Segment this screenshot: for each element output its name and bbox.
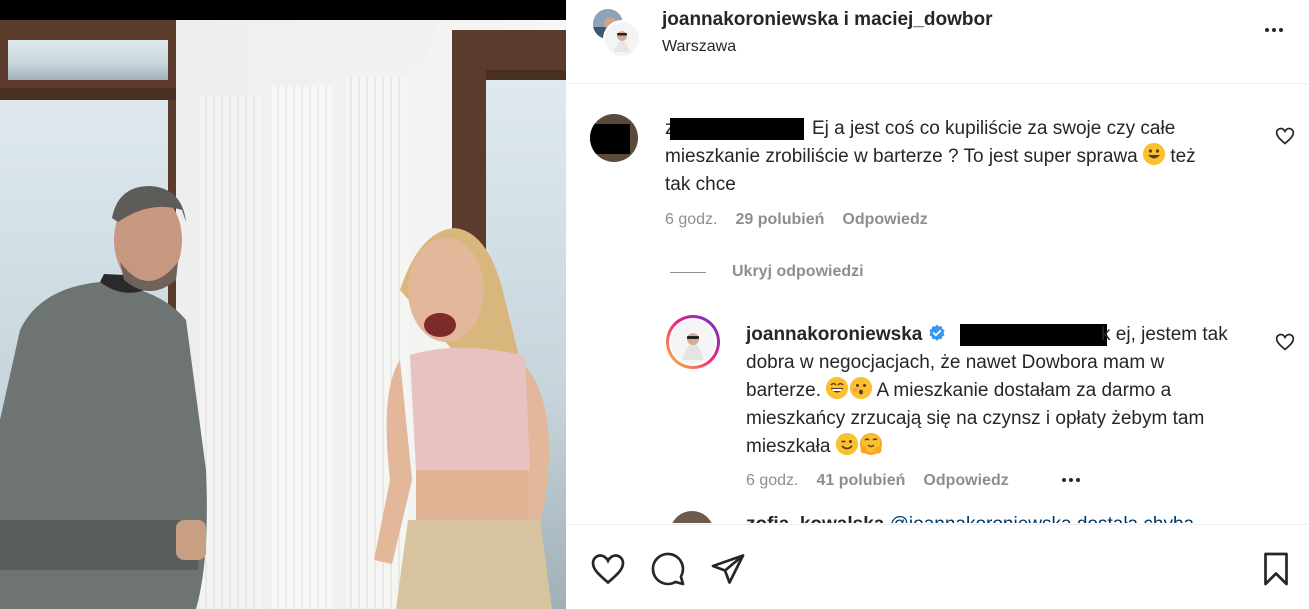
reply-username[interactable]: joannakoroniewska (746, 324, 922, 345)
emoji-face (835, 433, 858, 455)
hide-replies-line (670, 271, 706, 273)
avatar-image (590, 114, 638, 162)
reply-line-5-text: mieszkała (746, 436, 831, 457)
kissing-face-emoji (850, 377, 873, 399)
post-side-panel: joannakoroniewska i maciej_dowbor Warsza… (566, 0, 1309, 609)
hide-replies-label: Ukryj odpowiedzi (732, 263, 864, 280)
verified-badge-icon (929, 324, 945, 341)
comment-icon[interactable] (650, 551, 686, 587)
post-header: joannakoroniewska i maciej_dowbor Warsza… (566, 0, 1309, 84)
comment-text-line-2-main: mieszkanie zrobiliście w barterze ? To j… (665, 146, 1138, 167)
redacted-username (670, 118, 804, 140)
reply-meta: 6 godz. 41 polubień Odpowiedz (746, 472, 1009, 490)
comment-time: 6 godz. (665, 211, 718, 228)
emoji-face (826, 377, 849, 399)
hide-replies-toggle[interactable]: Ukryj odpowiedzi (670, 263, 864, 281)
comment-likes[interactable]: 29 polubień (735, 211, 824, 229)
reply-line-1-tail: k ej, jestem tak (1101, 324, 1228, 345)
hugging-face-emoji (859, 433, 882, 455)
heart-icon[interactable] (590, 551, 626, 587)
author-avatar-primary[interactable] (603, 20, 641, 58)
post-actions-bar (566, 524, 1309, 609)
reply-line-5: mieszkała (746, 433, 882, 461)
post-location[interactable]: Warszawa (662, 38, 736, 56)
comment-meta: 6 godz. 29 polubień Odpowiedz (665, 211, 928, 229)
comment-text-line-3: tak chce (665, 174, 736, 195)
bookmark-icon[interactable] (1258, 551, 1294, 587)
comments-list[interactable]: z Ej a jest coś co kupiliście za swoje c… (566, 85, 1309, 523)
photo-illustration (0, 0, 566, 609)
photo-top-bar (0, 0, 566, 20)
reply-line-3: barterze. A mieszkanie dostałam za darmo… (746, 377, 1171, 405)
winking-face-emoji (835, 433, 858, 455)
redacted-mention (960, 324, 1107, 346)
reply-reply-button[interactable]: Odpowiedz (923, 472, 1008, 490)
comment-text-line-2-tail: też (1170, 146, 1196, 167)
reply-like-heart-icon[interactable] (1275, 332, 1295, 352)
emoji-face (1143, 143, 1166, 165)
send-icon[interactable] (710, 551, 746, 587)
reply-line-2: dobra w negocjacjach, że nawet Dowbora m… (746, 352, 1165, 373)
emoji-face (860, 434, 882, 454)
comment-reply-button[interactable]: Odpowiedz (842, 211, 927, 229)
reply-line-1: joannakoroniewska (746, 321, 946, 349)
comment-text-line-2: mieszkanie zrobiliście w barterze ? To j… (665, 143, 1196, 171)
grinning-sweat-emoji (826, 377, 849, 399)
avatar-image (605, 22, 639, 56)
post-photo[interactable] (0, 0, 566, 609)
comment-like-heart-icon[interactable] (1275, 126, 1295, 146)
reply-line-3-b: A mieszkanie dostałam za darmo a (876, 380, 1172, 401)
reply-line-3-a: barterze. (746, 380, 821, 401)
partial-mention[interactable]: @joannakoroniewska dostała chyba (890, 514, 1194, 523)
post-authors[interactable]: joannakoroniewska i maciej_dowbor (662, 9, 993, 31)
commenter-avatar[interactable] (590, 114, 638, 162)
reply-time: 6 godz. (746, 472, 799, 489)
reply-more-options-icon[interactable] (1062, 478, 1080, 482)
partial-comment-line: zofia_kowalska @joannakoroniewska dostał… (746, 511, 1194, 523)
partial-commenter-avatar[interactable] (670, 511, 714, 523)
reply-likes[interactable]: 41 polubień (816, 472, 905, 490)
reply-line-4: mieszkańcy zrzucają się na czynsz i opła… (746, 408, 1205, 429)
reply-avatar-inner (669, 318, 717, 366)
avatar-image (671, 320, 715, 364)
grinning-face-emoji (1143, 143, 1166, 165)
comment-text-line-1: Ej a jest coś co kupiliście za swoje czy… (812, 118, 1176, 139)
reply-avatar-story-ring[interactable] (666, 315, 720, 369)
partial-username[interactable]: zofia_kowalska (746, 514, 884, 523)
more-options-icon[interactable] (1259, 18, 1289, 42)
emoji-face (850, 377, 873, 399)
